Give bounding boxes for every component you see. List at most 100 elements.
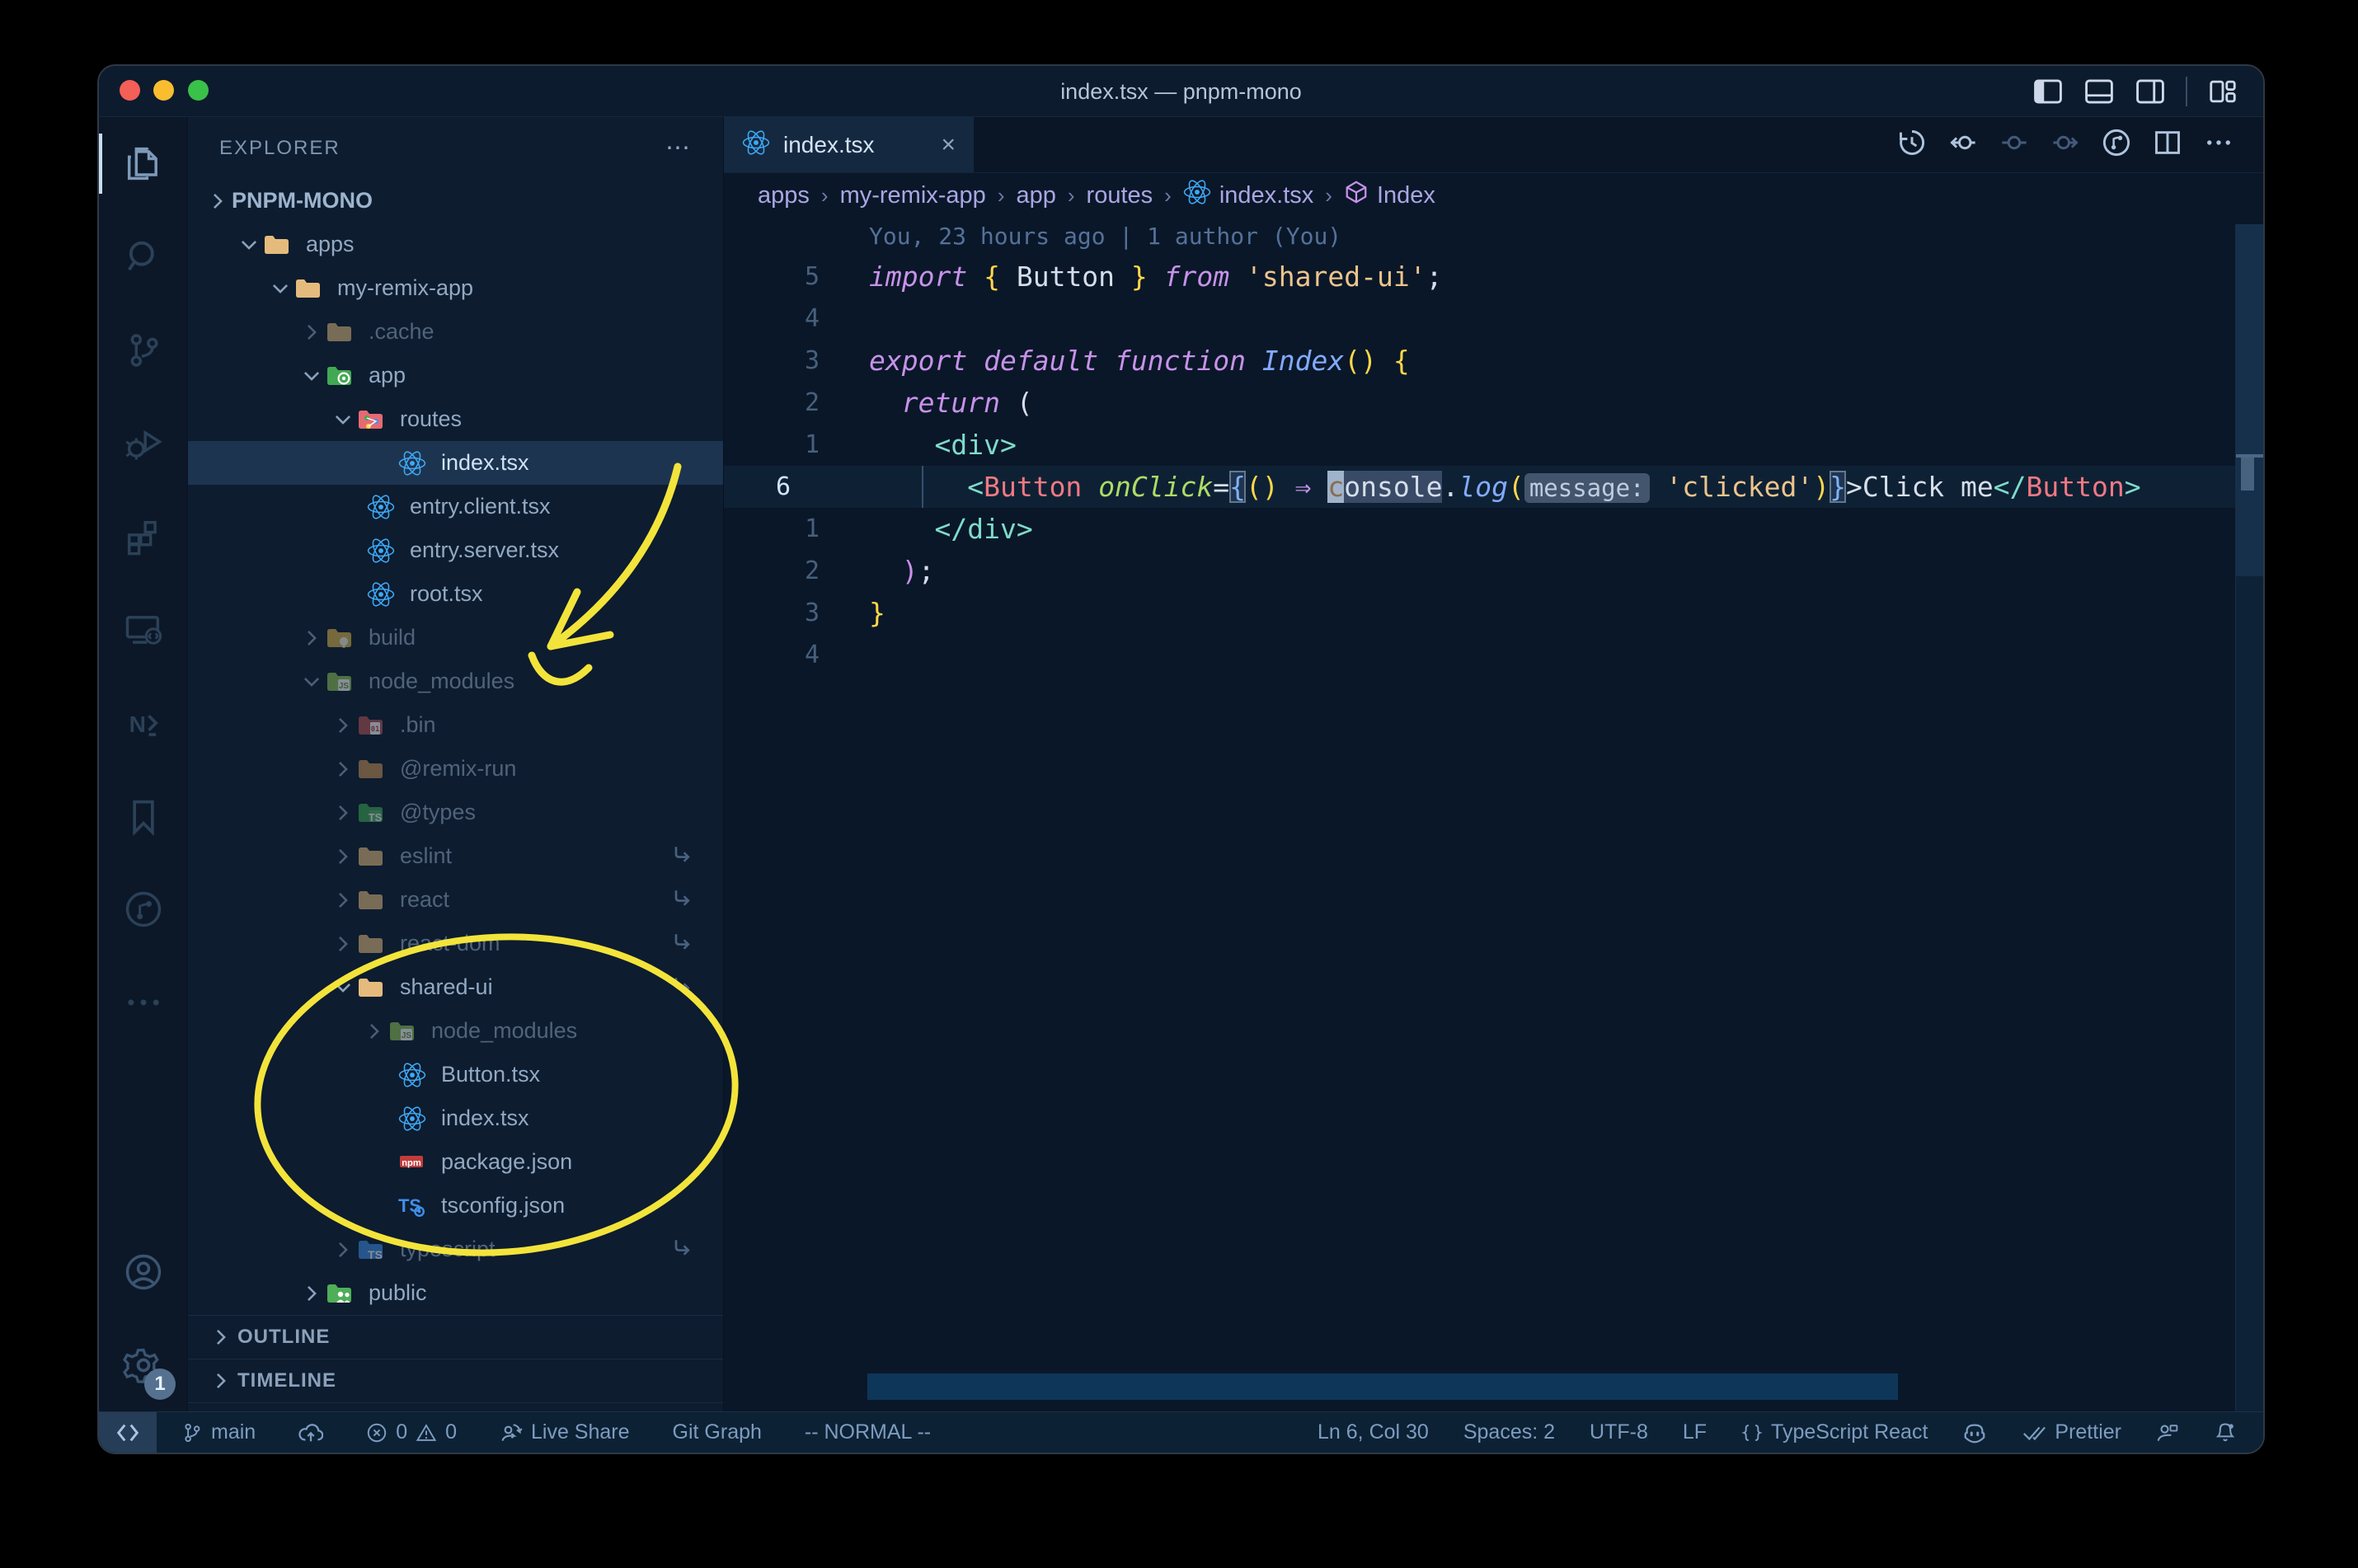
tree-item-app[interactable]: app <box>188 354 723 397</box>
code-editor[interactable]: You, 23 hours ago | 1 author (You) 5 impo… <box>724 218 2263 1411</box>
activity-settings[interactable]: 1 <box>99 1318 187 1411</box>
activity-explorer[interactable] <box>99 117 187 210</box>
breadcrumb-apps[interactable]: apps <box>758 182 810 209</box>
tree-item-package-json[interactable]: npm package.json <box>188 1140 723 1184</box>
tab-index-tsx[interactable]: index.tsx × <box>724 117 975 172</box>
vscode-window: index.tsx — pnpm-mono N1 EXPLORER ⋯ PNPM… <box>97 64 2265 1454</box>
status-bell[interactable] <box>2214 1421 2237 1444</box>
prev-change-icon[interactable] <box>1948 128 1978 162</box>
tree-item-root-tsx[interactable]: root.tsx <box>188 572 723 616</box>
tree-item-shared-ui[interactable]: shared-ui <box>188 965 723 1009</box>
code-line[interactable]: 5 import { Button } from 'shared-ui'; <box>724 256 2263 298</box>
file-history-icon[interactable] <box>2102 128 2131 162</box>
breadcrumb-index-tsx[interactable]: index.tsx <box>1183 178 1313 213</box>
tree-item--cache[interactable]: .cache <box>188 310 723 354</box>
more-actions-icon[interactable] <box>2204 128 2234 162</box>
section-timeline[interactable]: TIMELINE <box>188 1359 723 1402</box>
tree-item-index-tsx[interactable]: index.tsx <box>188 441 723 485</box>
tree-item-public[interactable]: public <box>188 1271 723 1315</box>
sidebar-title: EXPLORER <box>219 136 341 159</box>
vertical-scrollbar[interactable] <box>2235 224 2263 1411</box>
status-0[interactable]: 00 <box>366 1420 457 1444</box>
code-line-current[interactable]: 6 <Button onClick={() ⇒ console.log(mess… <box>724 466 2263 508</box>
next-change-icon[interactable] <box>2050 128 2080 162</box>
tree-item--bin[interactable]: 01 .bin <box>188 703 723 747</box>
activity-remote-explorer[interactable] <box>99 583 187 676</box>
tree-item-node-modules[interactable]: JS node_modules <box>188 1009 723 1053</box>
tree-item-button-tsx[interactable]: Button.tsx <box>188 1053 723 1096</box>
tree-item-entry-client-tsx[interactable]: entry.client.tsx <box>188 485 723 528</box>
status-copilot[interactable] <box>1962 1420 1987 1445</box>
activity-more[interactable] <box>99 955 187 1049</box>
code-line[interactable]: 2 ); <box>724 550 2263 592</box>
status-cloud-upload[interactable] <box>298 1420 324 1445</box>
breadcrumb-my-remix-app[interactable]: my-remix-app <box>840 182 986 209</box>
activity-run-debug[interactable] <box>99 397 187 490</box>
status-utf-8[interactable]: UTF-8 <box>1590 1420 1648 1444</box>
timeline-history-icon[interactable] <box>1897 128 1927 162</box>
status-git-graph[interactable]: Git Graph <box>673 1420 762 1444</box>
folder-types-icon: TS <box>357 799 388 827</box>
tree-item-routes[interactable]: routes <box>188 397 723 441</box>
tree-item-eslint[interactable]: eslint <box>188 834 723 878</box>
status-typescript-react[interactable]: TypeScript React <box>1741 1420 1928 1444</box>
code-line[interactable]: 4 <box>724 634 2263 676</box>
status-label: UTF-8 <box>1590 1420 1648 1444</box>
layout-customize-icon[interactable] <box>2207 76 2238 107</box>
tree-item-label: app <box>369 363 406 387</box>
activity-nx-console[interactable]: N <box>99 676 187 769</box>
line-number: 5 <box>804 262 820 291</box>
tree-item-react[interactable]: react <box>188 878 723 922</box>
tree-item-tsconfig-json[interactable]: TS tsconfig.json <box>188 1184 723 1228</box>
code-line[interactable]: 4 <box>724 298 2263 340</box>
activity-account[interactable] <box>99 1225 187 1318</box>
tsconfig-icon: TS <box>398 1192 430 1220</box>
explorer-more-actions-button[interactable]: ⋯ <box>665 134 692 162</box>
remote-indicator[interactable] <box>99 1411 157 1453</box>
activity-bookmarks[interactable] <box>99 769 187 862</box>
tree-item-apps[interactable]: apps <box>188 223 723 266</box>
breadcrumb-index[interactable]: Index <box>1344 180 1435 211</box>
tree-root[interactable]: PNPM-MONO <box>188 179 723 223</box>
tree-item-label: package.json <box>441 1149 573 1174</box>
breadcrumb-routes[interactable]: routes <box>1087 182 1153 209</box>
status-prettier[interactable]: Prettier <box>2022 1420 2121 1445</box>
activity-search[interactable] <box>99 210 187 303</box>
code-line[interactable]: 1 <div> <box>724 424 2263 466</box>
breadcrumb-app[interactable]: app <box>1016 182 1055 209</box>
status-live-share[interactable]: Live Share <box>500 1420 630 1444</box>
tree-item-typescript[interactable]: TS typescript <box>188 1228 723 1271</box>
status-normal[interactable]: -- NORMAL -- <box>805 1420 931 1444</box>
layout-panel-icon[interactable] <box>2083 76 2115 107</box>
status-lf[interactable]: LF <box>1683 1420 1707 1444</box>
activity-source-control[interactable] <box>99 303 187 397</box>
status-label: Spaces: 2 <box>1463 1420 1556 1444</box>
current-change-icon[interactable] <box>1999 128 2029 162</box>
code-line[interactable]: 3} <box>724 592 2263 634</box>
tree-item--types[interactable]: TS @types <box>188 791 723 834</box>
react-icon <box>1183 178 1211 213</box>
status-ln-6-col-30[interactable]: Ln 6, Col 30 <box>1318 1420 1429 1444</box>
status-main[interactable]: main <box>181 1420 256 1444</box>
layout-sidebar-left-icon[interactable] <box>2032 76 2064 107</box>
close-tab-icon[interactable]: × <box>941 131 956 159</box>
chevron-down-icon <box>298 365 326 387</box>
split-editor-icon[interactable] <box>2153 128 2182 162</box>
tree-item-index-tsx[interactable]: index.tsx <box>188 1096 723 1140</box>
code-line[interactable]: 3 export default function Index() { <box>724 340 2263 382</box>
activity-git-history[interactable] <box>99 862 187 955</box>
tree-item--remix-run[interactable]: @remix-run <box>188 747 723 791</box>
tree-item-entry-server-tsx[interactable]: entry.server.tsx <box>188 528 723 572</box>
activity-extensions[interactable] <box>99 490 187 583</box>
tree-item-my-remix-app[interactable]: my-remix-app <box>188 266 723 310</box>
tree-item-build[interactable]: build <box>188 616 723 660</box>
layout-sidebar-right-icon[interactable] <box>2135 76 2166 107</box>
tree-item-react-dom[interactable]: react-dom <box>188 922 723 965</box>
horizontal-scrollbar[interactable] <box>867 1373 1898 1400</box>
code-line[interactable]: 2 return ( <box>724 382 2263 424</box>
status-person-feedback[interactable] <box>2156 1421 2179 1444</box>
status-spaces-2[interactable]: Spaces: 2 <box>1463 1420 1555 1444</box>
tree-item-node-modules[interactable]: JS node_modules <box>188 660 723 703</box>
section-outline[interactable]: OUTLINE <box>188 1315 723 1359</box>
code-line[interactable]: 1 </div> <box>724 508 2263 550</box>
